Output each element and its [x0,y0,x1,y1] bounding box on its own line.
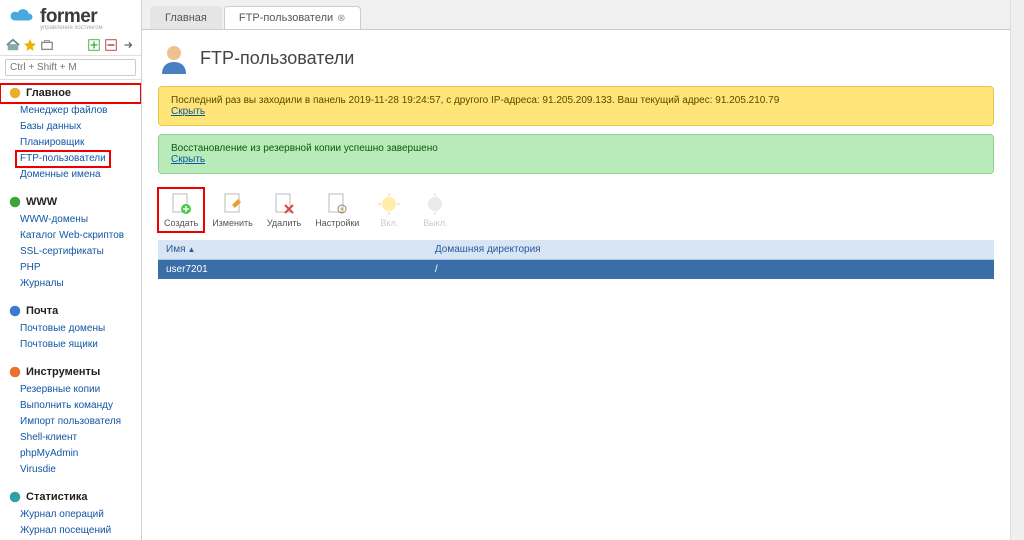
column-header[interactable]: Имя▲ [158,240,427,260]
nav-item[interactable]: phpMyAdmin [16,446,141,462]
action-label: Настройки [315,218,359,228]
nav-section-title: Статистика [26,491,88,503]
logo-area: former управление хостингом [0,0,141,35]
nav-section-title: Главное [26,87,71,99]
home-icon[interactable] [6,38,20,52]
nav-section-header[interactable]: WWW [0,193,141,212]
nav-section-header[interactable]: Почта [0,302,141,321]
alert-text: Последний раз вы заходили в панель 2019-… [171,95,981,106]
alert-text: Восстановление из резервной копии успешн… [171,143,981,154]
star-icon[interactable] [23,38,37,52]
nav-section-header[interactable]: Инструменты [0,363,141,382]
on-button[interactable]: Вкл. [367,188,411,232]
nav-item[interactable]: Shell-клиент [16,430,141,446]
plus-icon[interactable] [87,38,101,52]
section-icon [8,86,22,100]
data-table: Имя▲Домашняя директория user7201/ [158,240,994,279]
nav-item[interactable]: WWW-домены [16,212,141,228]
nav-item[interactable]: Журнал операций [16,507,141,523]
edit-icon [221,192,245,216]
nav-item[interactable]: SSL-сертификаты [16,244,141,260]
edit-button[interactable]: Изменить [206,188,259,232]
column-header[interactable]: Домашняя директория [427,240,994,260]
page-title: FTP-пользователи [200,48,354,69]
delete-button[interactable]: Удалить [261,188,307,232]
section-icon [8,490,22,504]
user-icon [158,42,190,74]
nav-item[interactable]: Планировщик [16,135,141,151]
nav-section-title: Почта [26,305,58,317]
action-label: Вкл. [380,218,398,228]
action-label: Выкл. [423,218,447,228]
cloud-icon [8,6,36,28]
action-label: Удалить [267,218,301,228]
nav-item[interactable]: Virusdie [16,462,141,478]
nav-item[interactable]: Почтовые домены [16,321,141,337]
tab[interactable]: FTP-пользователи⊗ [224,6,361,29]
cell-dir: / [427,260,994,280]
scrollbar[interactable] [1010,0,1024,540]
on-icon [377,192,401,216]
sort-asc-icon: ▲ [187,245,195,254]
off-icon [423,192,447,216]
search-box [0,56,141,80]
add-icon [169,192,193,216]
nav-item[interactable]: Выполнить команду [16,398,141,414]
nav-item[interactable]: PHP [16,260,141,276]
minus-icon[interactable] [104,38,118,52]
off-button[interactable]: Выкл. [413,188,457,232]
search-input[interactable] [5,59,136,76]
add-button[interactable]: Создать [158,188,204,232]
alert-warning: Последний раз вы заходили в панель 2019-… [158,86,994,126]
sidebar: former управление хостингом Главное Менед… [0,0,142,540]
alert-hide-link[interactable]: Скрыть [171,106,205,117]
nav-section-header[interactable]: Главное [0,84,141,103]
nav-item[interactable]: Доменные имена [16,167,141,183]
table-row[interactable]: user7201/ [158,260,994,280]
section-icon [8,195,22,209]
action-label: Изменить [212,218,253,228]
action-label: Создать [164,218,198,228]
settings-button[interactable]: Настройки [309,188,365,232]
tab[interactable]: Главная [150,6,222,29]
nav-item[interactable]: Журнал посещений [16,523,141,539]
logo-tagline: управление хостингом [40,25,133,31]
nav-item[interactable]: Менеджер файлов [16,103,141,119]
briefcase-icon[interactable] [40,38,54,52]
nav-item[interactable]: Импорт пользователя [16,414,141,430]
nav-section-title: WWW [26,196,57,208]
mini-toolbar [0,35,141,56]
arrow-right-icon[interactable] [121,38,135,52]
nav-item[interactable]: Почтовые ящики [16,337,141,353]
content: FTP-пользователи Последний раз вы заходи… [142,30,1010,540]
close-icon[interactable]: ⊗ [337,13,345,24]
alert-success: Восстановление из резервной копии успешн… [158,134,994,174]
nav-item[interactable]: FTP-пользователи [16,151,110,167]
delete-icon [272,192,296,216]
nav-section-header[interactable]: Статистика [0,488,141,507]
section-icon [8,365,22,379]
cell-name: user7201 [158,260,427,280]
settings-icon [325,192,349,216]
nav-item[interactable]: Базы данных [16,119,141,135]
page-header: FTP-пользователи [158,42,994,74]
action-bar: Создать Изменить Удалить Настройки Вкл. Выкл. [158,182,994,240]
nav-item[interactable]: Резервные копии [16,382,141,398]
nav-item[interactable]: Каталог Web-скриптов [16,228,141,244]
main-area: ГлавнаяFTP-пользователи⊗ FTP-пользовател… [142,0,1010,540]
section-icon [8,304,22,318]
tabs-bar: ГлавнаяFTP-пользователи⊗ [142,0,1010,30]
nav-item[interactable]: Журналы [16,276,141,292]
nav-section-title: Инструменты [26,366,100,378]
alert-hide-link[interactable]: Скрыть [171,154,205,165]
